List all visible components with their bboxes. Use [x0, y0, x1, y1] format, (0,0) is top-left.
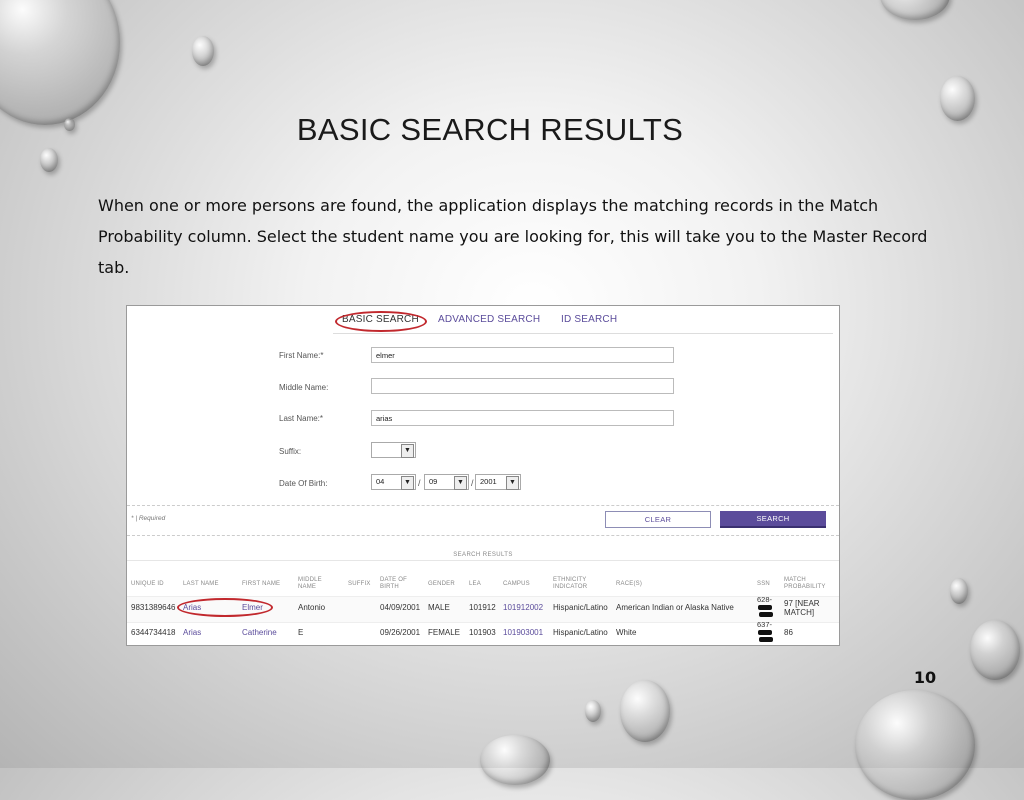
middle-name-label: Middle Name:	[279, 383, 329, 392]
middle-name-input[interactable]	[371, 378, 674, 394]
water-drop-decoration	[970, 620, 1020, 680]
dob-year-select[interactable]: 2001 ▼	[475, 474, 521, 490]
cell-lea: 101912	[469, 603, 496, 612]
selected-student-highlight-ring	[177, 598, 273, 617]
required-note: * | Required	[131, 515, 166, 522]
cell-gender: FEMALE	[428, 628, 461, 637]
cell-match-probability: 86	[784, 628, 793, 637]
dob-day-value: 09	[429, 477, 438, 486]
cell-date-of-birth: 09/26/2001	[380, 628, 421, 637]
cell-campus-link[interactable]: 101912002	[503, 603, 543, 612]
chevron-down-icon: ▼	[401, 476, 414, 490]
water-drop-decoration	[880, 0, 950, 20]
cell-ethnicity: Hispanic/Latino	[553, 628, 608, 637]
chevron-down-icon: ▼	[401, 444, 414, 458]
col-unique-id: UNIQUE ID	[131, 581, 164, 587]
tab-id-search[interactable]: ID SEARCH	[561, 314, 617, 325]
water-drop-decoration	[855, 690, 975, 800]
form-divider	[127, 505, 839, 506]
last-name-input[interactable]: arias	[371, 410, 674, 426]
col-suffix: SUFFIX	[348, 581, 371, 587]
search-button[interactable]: SEARCH	[720, 511, 826, 528]
page-number: 10	[913, 668, 937, 687]
water-drop-decoration	[40, 148, 58, 172]
dob-month-select[interactable]: 04 ▼	[371, 474, 416, 490]
col-first-name: FIRST NAME	[242, 581, 281, 587]
col-date-of-birth: DATE OF BIRTH	[380, 577, 407, 590]
col-lea: LEA	[469, 581, 481, 587]
slide-description: When one or more persons are found, the …	[98, 196, 928, 277]
cell-ssn: 637-	[757, 620, 773, 629]
water-drop-decoration	[620, 680, 670, 742]
chevron-down-icon: ▼	[506, 476, 519, 490]
ssn-redaction	[759, 612, 773, 617]
slide-title: BASIC SEARCH RESULTS	[296, 112, 684, 147]
first-name-label: First Name:*	[279, 351, 324, 360]
cell-gender: MALE	[428, 603, 450, 612]
ssn-redaction	[758, 630, 772, 635]
tab-advanced-search[interactable]: ADVANCED SEARCH	[438, 314, 540, 325]
col-gender: GENDER	[428, 581, 455, 587]
search-results-heading: SEARCH RESULTS	[453, 552, 513, 558]
water-drop-decoration	[192, 36, 214, 66]
form-divider	[127, 535, 839, 536]
last-name-label: Last Name:*	[279, 414, 324, 423]
water-drop-decoration	[950, 578, 968, 604]
col-match-probability: MATCH PROBABILITY	[784, 577, 826, 590]
ssn-redaction	[758, 605, 772, 610]
suffix-select[interactable]: ▼	[371, 442, 416, 458]
cell-match-probability: 97 [NEAR MATCH]	[784, 599, 820, 617]
dob-year-value: 2001	[480, 477, 497, 486]
suffix-label: Suffix:	[279, 447, 302, 456]
date-of-birth-label: Date Of Birth:	[279, 479, 328, 488]
col-campus: CAMPUS	[503, 581, 530, 587]
cell-unique-id: 9831389646	[131, 603, 176, 612]
cell-races: White	[616, 628, 637, 637]
col-middle-name: MIDDLE NAME	[298, 577, 322, 590]
water-drop-decoration	[0, 0, 120, 125]
col-last-name: LAST NAME	[183, 581, 219, 587]
cell-date-of-birth: 04/09/2001	[380, 603, 421, 612]
col-ssn: SSN	[757, 581, 770, 587]
cell-middle-name: E	[298, 628, 304, 637]
water-drop-decoration	[480, 735, 550, 785]
tab-divider	[333, 333, 833, 334]
first-name-input[interactable]: elmer	[371, 347, 674, 363]
water-drop-decoration	[585, 700, 601, 722]
basic-search-highlight-ring	[335, 311, 427, 332]
dob-separator: /	[418, 478, 421, 488]
dob-separator: /	[471, 478, 474, 488]
cell-ssn: 628-	[757, 595, 773, 604]
ssn-redaction	[759, 637, 773, 642]
cell-middle-name: Antonio	[298, 603, 326, 612]
cell-first-name-link[interactable]: Catherine	[242, 628, 277, 637]
chevron-down-icon: ▼	[454, 476, 467, 490]
col-ethnicity-indicator: ETHNICITY INDICATOR	[553, 577, 588, 590]
cell-last-name-link[interactable]: Arias	[183, 628, 201, 637]
results-divider	[127, 560, 839, 561]
cell-unique-id: 6344734418	[131, 628, 176, 637]
cell-campus-link[interactable]: 101903001	[503, 628, 543, 637]
search-app-screenshot: BASIC SEARCH ADVANCED SEARCH ID SEARCH F…	[126, 305, 840, 646]
dob-day-select[interactable]: 09 ▼	[424, 474, 469, 490]
dob-month-value: 04	[376, 477, 385, 486]
cell-ethnicity: Hispanic/Latino	[553, 603, 608, 612]
clear-button[interactable]: CLEAR	[605, 511, 711, 528]
cell-races: American Indian or Alaska Native	[616, 603, 734, 612]
cell-lea: 101903	[469, 628, 496, 637]
col-races: RACE(S)	[616, 581, 643, 587]
